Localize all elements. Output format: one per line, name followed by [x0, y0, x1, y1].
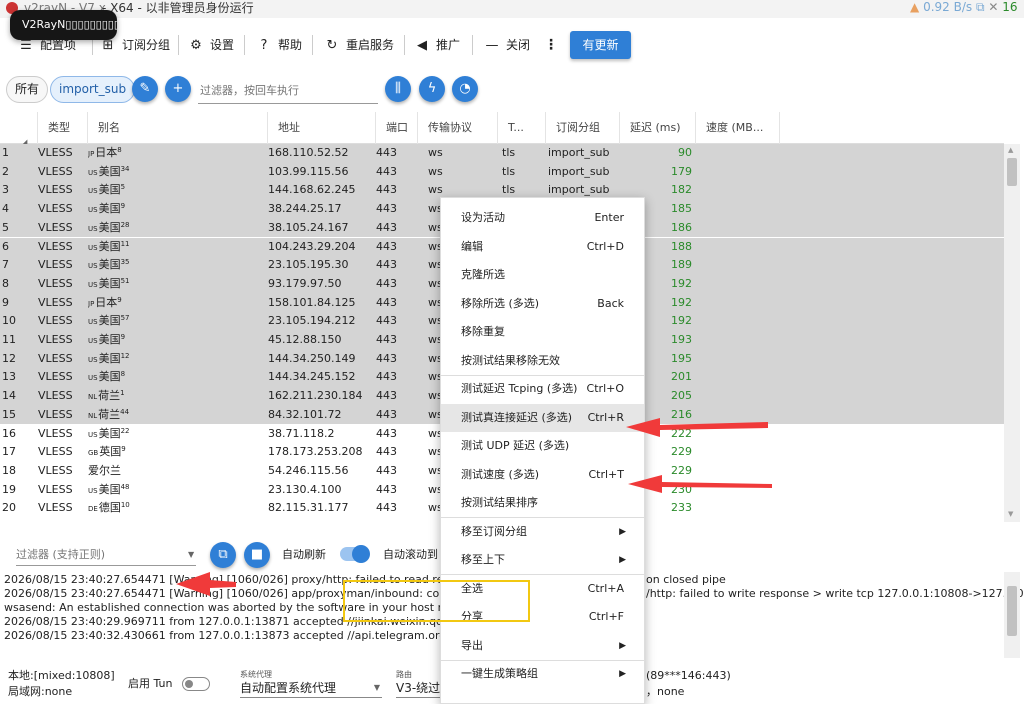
- red-arrow-annotation: [176, 572, 236, 596]
- red-arrow-annotation: [628, 475, 772, 493]
- taskbar-tooltip: V2RayN▯▯▯▯▯▯▯▯▯▯: [10, 10, 117, 40]
- annotation-arrows: [176, 418, 772, 596]
- red-arrow-annotation: [626, 418, 768, 437]
